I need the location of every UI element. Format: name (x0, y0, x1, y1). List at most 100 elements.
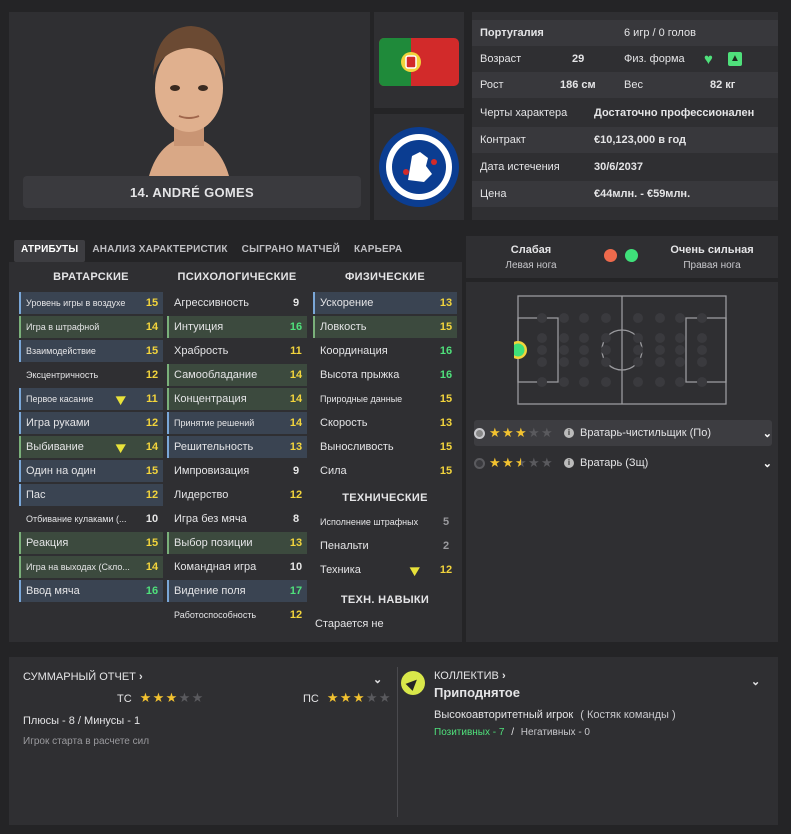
attribute-row[interactable]: Игра руками 12 (19, 412, 163, 434)
chevron-down-icon[interactable]: ⌄ (763, 457, 772, 470)
chevron-down-icon[interactable]: ⌄ (751, 675, 760, 688)
nation-label: Португалия (480, 27, 544, 39)
attribute-row[interactable]: Эксцентричность 12 (19, 364, 163, 386)
attribute-value: 15 (145, 537, 159, 549)
attribute-row[interactable]: Один на один 15 (19, 460, 163, 482)
team-title-link[interactable]: КОЛЛЕКТИВ › (434, 670, 506, 682)
chevron-down-icon[interactable]: ⌄ (763, 427, 772, 440)
attribute-row[interactable]: Выбивание 14 (19, 436, 163, 458)
attribute-value: 9 (292, 297, 300, 309)
attribute-row[interactable]: Самообладание 14 (167, 364, 307, 386)
pc-stars: ★★★★★ (327, 691, 392, 705)
attribute-value: 14 (289, 417, 303, 429)
role-row-goalkeeper[interactable]: ★★★★★ i Вратарь (Зщ) ⌄ (474, 450, 772, 476)
attribute-row[interactable]: Ловкость 15 (313, 316, 457, 338)
attribute-row[interactable]: Игра на выходах (Скло... 14 (19, 556, 163, 578)
attribute-row[interactable]: Взаимодействие 15 (19, 340, 163, 362)
attribute-row[interactable]: Принятие решений 14 (167, 412, 307, 434)
attribute-row[interactable]: Пас 12 (19, 484, 163, 506)
pitch-position-dot (601, 345, 611, 355)
attribute-row[interactable]: Отбивание кулаками (... 10 (19, 508, 163, 530)
attribute-row[interactable]: Командная игра 10 (167, 556, 307, 578)
attribute-row[interactable]: Техника 12 (313, 559, 457, 581)
attribute-row[interactable]: Пенальти 2 (313, 535, 457, 557)
attribute-value: 16 (145, 585, 159, 597)
attribute-value: 15 (145, 465, 159, 477)
tab-matches[interactable]: СЫГРАНО МАТЧЕЙ (235, 240, 347, 262)
strong-foot-label: Очень сильная (670, 244, 754, 256)
info-row-height: Рост 186 см Вес 82 кг (472, 72, 778, 98)
tab-attributes[interactable]: АТРИБУТЫ (14, 240, 86, 262)
star-icon: ★ (165, 690, 178, 705)
team-title: КОЛЛЕКТИВ (434, 670, 499, 682)
team-mood-icon (401, 671, 425, 695)
attribute-value: 8 (292, 513, 300, 525)
weak-foot-label: Слабая (510, 244, 552, 256)
attribute-row[interactable]: Выносливость 15 (313, 436, 457, 458)
technical-header: ТЕХНИЧЕСКИЕ (342, 492, 428, 504)
info-row-expiry: Дата истечения 30/6/2037 (472, 154, 778, 180)
attribute-row[interactable]: Ввод мяча 16 (19, 580, 163, 602)
attribute-row[interactable]: Природные данные 15 (313, 388, 457, 410)
attribute-row[interactable]: Игра в штрафной 14 (19, 316, 163, 338)
attribute-row[interactable]: Координация 16 (313, 340, 457, 362)
trait-text: Старается не (315, 618, 384, 630)
attribute-row[interactable]: Решительность 13 (167, 436, 307, 458)
attribute-row[interactable]: Агрессивность 9 (167, 292, 307, 314)
attribute-row[interactable]: Высота прыжка 16 (313, 364, 457, 386)
report-title-link[interactable]: СУММАРНЫЙ ОТЧЕТ › (23, 671, 143, 683)
attribute-label: Координация (320, 345, 388, 357)
pitch-position-dot (655, 345, 665, 355)
attribute-row[interactable]: Исполнение штрафных 5 (313, 511, 457, 533)
attribute-row[interactable]: Концентрация 14 (167, 388, 307, 410)
attribute-label: Природные данные (320, 394, 403, 404)
attribute-row[interactable]: Игра без мяча 8 (167, 508, 307, 530)
pitch-position-dot (697, 333, 707, 343)
pitch-position-dot (559, 357, 569, 367)
role-row-sweeper[interactable]: ★★★★★ i Вратарь-чистильщик (По) ⌄ (474, 420, 772, 446)
player-info-panel: Португалия 6 игр / 0 голов Возраст 29 Фи… (472, 12, 778, 220)
pitch-position-dot (579, 357, 589, 367)
personality-label: Черты характера (480, 107, 568, 119)
attribute-row[interactable]: Видение поля 17 (167, 580, 307, 602)
attribute-row[interactable]: Реакция 15 (19, 532, 163, 554)
attribute-row[interactable]: Первое касание 11 (19, 388, 163, 410)
attribute-row[interactable]: Интуиция 16 (167, 316, 307, 338)
attribute-label: Исполнение штрафных (320, 517, 419, 527)
attribute-row[interactable]: Выбор позиции 13 (167, 532, 307, 554)
expiry-label: Дата истечения (480, 161, 560, 173)
info-icon[interactable]: i (564, 458, 574, 468)
role-radio-icon[interactable] (474, 427, 485, 439)
attribute-value: 16 (439, 369, 453, 381)
attribute-row[interactable]: Лидерство 12 (167, 484, 307, 506)
attribute-value: 12 (439, 564, 453, 576)
tab-career[interactable]: КАРЬЕРА (347, 240, 409, 262)
attribute-row[interactable]: Сила 15 (313, 460, 457, 482)
tab-analysis[interactable]: АНАЛИЗ ХАРАКТЕРИСТИК (85, 240, 234, 262)
role-stars: ★★★★★ (489, 426, 554, 440)
club-badge-panel[interactable] (374, 114, 464, 220)
info-row-personality: Черты характера Достаточно профессионале… (472, 100, 778, 126)
attribute-row[interactable]: Импровизация 9 (167, 460, 307, 482)
pitch-position-dot (537, 313, 547, 323)
nation-flag-panel[interactable] (374, 12, 464, 108)
attribute-value: 12 (289, 609, 303, 621)
info-icon[interactable]: i (564, 428, 574, 438)
tc-label: ТС (117, 692, 132, 705)
attribute-row[interactable]: Ускорение 13 (313, 292, 457, 314)
attribute-row[interactable]: Храбрость 11 (167, 340, 307, 362)
pitch-position-dot (655, 357, 665, 367)
attribute-label: Игра без мяча (174, 513, 247, 525)
attribute-row[interactable]: Уровень игры в воздухе 15 (19, 292, 163, 314)
attribute-label: Взаимодействие (26, 346, 96, 356)
attribute-label: Видение поля (174, 585, 246, 597)
chevron-down-icon[interactable]: ⌄ (373, 673, 382, 686)
pitch-diagram[interactable] (514, 294, 730, 406)
attribute-label: Самообладание (174, 369, 258, 381)
attribute-label: Игра в штрафной (26, 322, 100, 332)
pc-label: ПС (303, 692, 319, 705)
attribute-row[interactable]: Скорость 13 (313, 412, 457, 434)
role-radio-icon[interactable] (474, 457, 485, 469)
pitch-position-dot (675, 333, 685, 343)
attribute-row[interactable]: Работоспособность 12 (167, 604, 307, 626)
